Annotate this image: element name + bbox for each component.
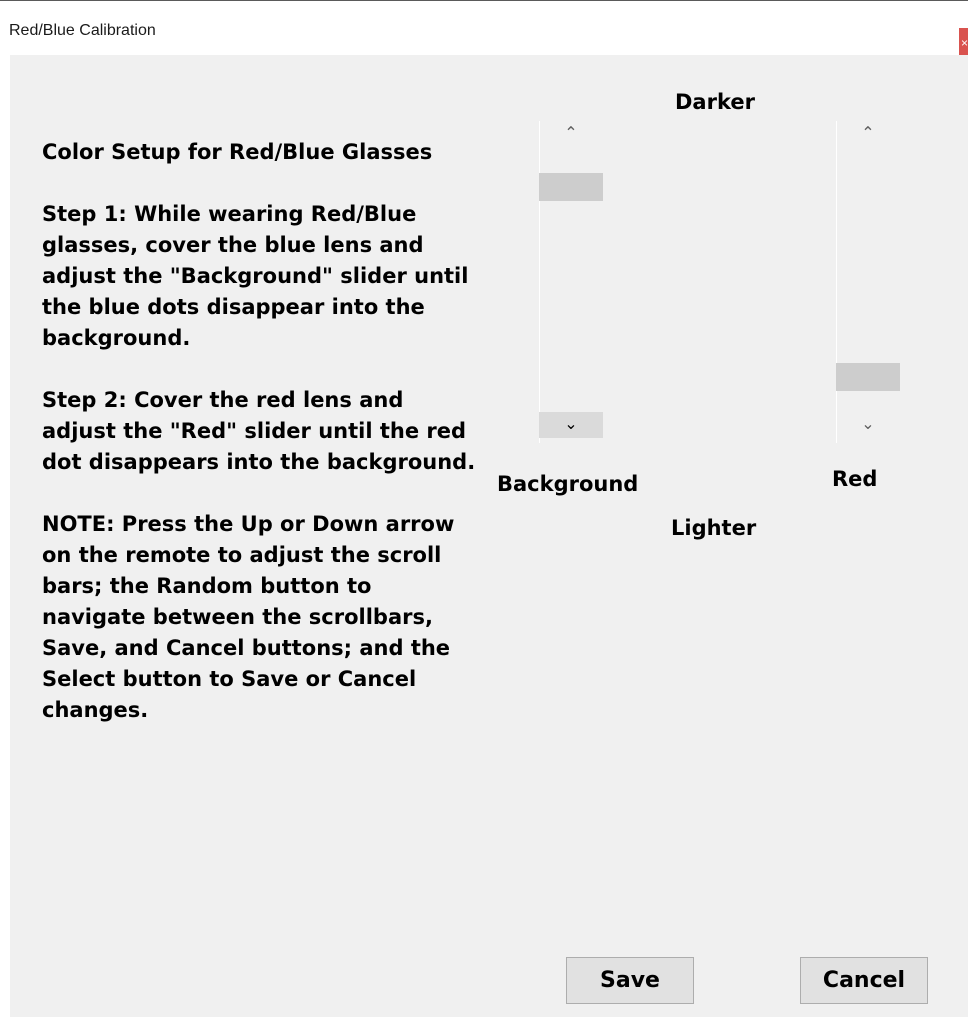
instructions-step-2: Step 2: Cover the red lens and adjust th… xyxy=(42,388,476,474)
red-scroll-up-icon[interactable]: ⌃ xyxy=(836,121,900,147)
cancel-button[interactable]: Cancel xyxy=(800,957,928,1004)
instructions-panel: Color Setup for Red/Blue Glasses Step 1:… xyxy=(42,137,482,726)
instructions-heading: Color Setup for Red/Blue Glasses xyxy=(42,140,433,164)
title-bar[interactable]: Red/Blue Calibration × xyxy=(0,8,968,58)
red-scrollbar[interactable]: ⌃ ⌄ xyxy=(836,121,900,443)
red-scrollbar-track[interactable] xyxy=(836,121,900,443)
red-scroll-down-icon[interactable]: ⌄ xyxy=(836,412,900,438)
darker-label: Darker xyxy=(675,90,755,114)
window-top-border xyxy=(0,0,968,8)
red-slider-label: Red xyxy=(832,467,878,491)
background-scroll-down-icon[interactable]: ⌄ xyxy=(539,412,603,438)
background-scroll-up-icon[interactable]: ⌃ xyxy=(539,121,603,147)
background-slider-label: Background xyxy=(497,472,639,496)
save-button[interactable]: Save xyxy=(566,957,694,1004)
background-scrollbar-thumb[interactable] xyxy=(539,173,603,201)
lighter-label: Lighter xyxy=(671,516,757,540)
close-icon[interactable]: × xyxy=(959,28,968,58)
instructions-note: NOTE: Press the Up or Down arrow on the … xyxy=(42,512,455,722)
instructions-step-1: Step 1: While wearing Red/Blue glasses, … xyxy=(42,202,469,350)
red-scrollbar-thumb[interactable] xyxy=(836,363,900,391)
background-scrollbar-track[interactable] xyxy=(539,121,603,443)
background-scrollbar[interactable]: ⌃ ⌄ xyxy=(539,121,603,443)
window-title: Red/Blue Calibration xyxy=(9,22,156,39)
